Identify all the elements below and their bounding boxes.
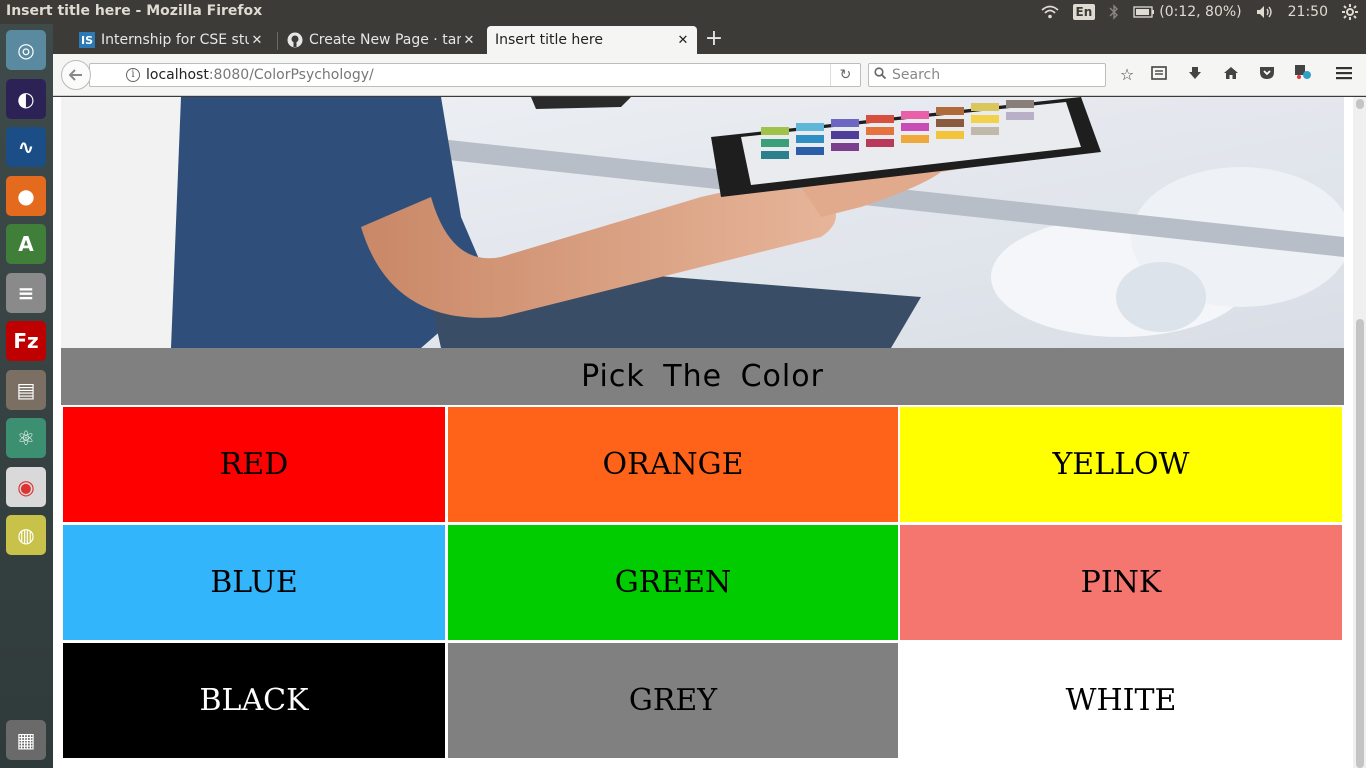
extension-icon[interactable] xyxy=(1292,64,1314,86)
page-viewport: Pick The Color RED ORANGE YELLOW BLUE GR… xyxy=(53,97,1366,768)
scrollbar-arrow[interactable] xyxy=(1356,99,1364,109)
tab-label: Create New Page · tani xyxy=(309,32,461,48)
download-icon[interactable] xyxy=(1184,64,1206,86)
close-tab-icon[interactable]: ✕ xyxy=(461,33,477,48)
navigation-toolbar: i localhost:8080/ColorPsychology/ ↻ ☆ xyxy=(53,54,1366,96)
atom-glyph: ⚛ xyxy=(17,426,35,450)
tab-separator xyxy=(277,32,278,50)
page-title: Pick The Color xyxy=(61,348,1344,405)
bluetooth-icon[interactable] xyxy=(1109,4,1119,20)
tab-create-new-page[interactable]: Create New Page · tani ✕ xyxy=(279,26,483,54)
new-tab-button[interactable]: + xyxy=(702,27,726,51)
chrome-icon[interactable]: ◉ xyxy=(6,466,46,507)
trash-icon[interactable]: ▦ xyxy=(6,720,46,760)
internshala-favicon-icon: IS xyxy=(79,32,95,48)
color-label: BLUE xyxy=(210,565,298,600)
tab-internship[interactable]: IS Internship for CSE stud ✕ xyxy=(71,26,271,54)
menu-icon[interactable] xyxy=(1333,64,1355,86)
github-favicon-icon xyxy=(287,32,303,48)
color-label: BLACK xyxy=(199,683,309,718)
color-cell-grey[interactable]: GREY xyxy=(448,643,898,758)
hero-image xyxy=(61,97,1344,348)
keyboard-layout-label: En xyxy=(1072,4,1096,20)
reload-icon[interactable]: ↻ xyxy=(830,64,860,86)
atom-icon[interactable]: ⚛ xyxy=(6,418,46,458)
eclipse-glyph: ◐ xyxy=(17,86,35,111)
color-cell-pink[interactable]: PINK xyxy=(900,525,1342,640)
files-icon[interactable]: ▤ xyxy=(6,369,46,410)
top-panel: Insert title here - Mozilla Firefox En (… xyxy=(0,0,1366,24)
search-icon xyxy=(874,67,887,83)
trash-glyph: ▦ xyxy=(16,728,36,752)
volume-icon[interactable] xyxy=(1256,5,1274,19)
filezilla-glyph: Fz xyxy=(13,329,39,353)
speaker-glyph: ◍ xyxy=(17,523,35,547)
battery-label: (0:12, 80%) xyxy=(1159,4,1242,20)
reading-list-icon[interactable] xyxy=(1148,64,1170,86)
color-label: PINK xyxy=(1080,565,1162,600)
database-icon[interactable]: ≡ xyxy=(6,272,46,313)
ubuntu-dash-icon[interactable]: ◎ xyxy=(6,30,46,70)
color-label: GREY xyxy=(628,683,718,718)
search-input[interactable] xyxy=(892,67,1092,83)
color-cell-orange[interactable]: ORANGE xyxy=(448,407,898,522)
url-host: localhost xyxy=(146,67,209,83)
color-label: RED xyxy=(219,447,289,482)
color-cell-blue[interactable]: BLUE xyxy=(63,525,445,640)
tab-insert-title[interactable]: Insert title here ✕ xyxy=(487,26,697,54)
color-label: YELLOW xyxy=(1052,447,1190,482)
wifi-icon[interactable] xyxy=(1040,5,1059,19)
database-glyph: ≡ xyxy=(17,280,35,305)
battery-icon xyxy=(1133,6,1155,18)
page-scrollbar[interactable] xyxy=(1353,97,1366,768)
pocket-icon[interactable] xyxy=(1256,64,1278,86)
settings-gear-icon[interactable] xyxy=(1342,4,1358,20)
ubuntu-dash-glyph: ◎ xyxy=(17,38,35,62)
battery-indicator[interactable]: (0:12, 80%) xyxy=(1133,4,1242,20)
color-cell-red[interactable]: RED xyxy=(63,407,445,522)
search-bar[interactable] xyxy=(868,63,1106,87)
tab-bar: IS Internship for CSE stud ✕ Create New … xyxy=(53,24,1366,54)
indicator-area: En (0:12, 80%) 21:50 xyxy=(1040,0,1358,24)
firefox-glyph: ● xyxy=(17,183,35,208)
color-cell-black[interactable]: BLACK xyxy=(63,643,445,758)
tab-label: Internship for CSE stud xyxy=(101,32,249,48)
back-button[interactable] xyxy=(61,60,91,90)
launcher: ◎ ◐ ∿ ● A ≡ Fz ▤ ⚛ ◉ ◍ ▦ xyxy=(0,24,53,768)
android-studio-glyph: A xyxy=(18,232,34,256)
filezilla-icon[interactable]: Fz xyxy=(6,321,46,361)
window-title: Insert title here - Mozilla Firefox xyxy=(6,3,263,19)
close-tab-icon[interactable]: ✕ xyxy=(675,33,691,48)
speaker-icon[interactable]: ◍ xyxy=(6,515,46,555)
chrome-glyph: ◉ xyxy=(17,474,35,499)
close-tab-icon[interactable]: ✕ xyxy=(249,33,265,48)
color-label: GREEN xyxy=(614,565,732,600)
scrollbar-thumb[interactable] xyxy=(1356,319,1364,768)
gtkwave-icon[interactable]: ∿ xyxy=(6,127,46,167)
gtkwave-glyph: ∿ xyxy=(17,135,35,159)
keyboard-layout-icon[interactable]: En xyxy=(1072,4,1096,20)
color-grid: RED ORANGE YELLOW BLUE GREEN PINK BLACK … xyxy=(61,405,1344,759)
android-studio-icon[interactable]: A xyxy=(6,224,46,264)
url-bar[interactable]: i localhost:8080/ColorPsychology/ ↻ xyxy=(89,63,861,87)
site-info-icon[interactable]: i xyxy=(126,68,140,82)
eclipse-icon[interactable]: ◐ xyxy=(6,78,46,119)
url-path: :8080/ColorPsychology/ xyxy=(208,67,374,83)
color-cell-green[interactable]: GREEN xyxy=(448,525,898,640)
color-label: WHITE xyxy=(1065,683,1177,718)
color-cell-yellow[interactable]: YELLOW xyxy=(900,407,1342,522)
color-cell-white[interactable]: WHITE xyxy=(900,643,1342,758)
firefox-icon[interactable]: ● xyxy=(6,175,46,216)
files-glyph: ▤ xyxy=(16,377,36,402)
home-icon[interactable] xyxy=(1220,64,1242,86)
bookmark-star-icon[interactable]: ☆ xyxy=(1116,64,1138,86)
tab-label: Insert title here xyxy=(495,32,603,48)
clock[interactable]: 21:50 xyxy=(1288,4,1328,20)
color-label: ORANGE xyxy=(602,447,744,482)
